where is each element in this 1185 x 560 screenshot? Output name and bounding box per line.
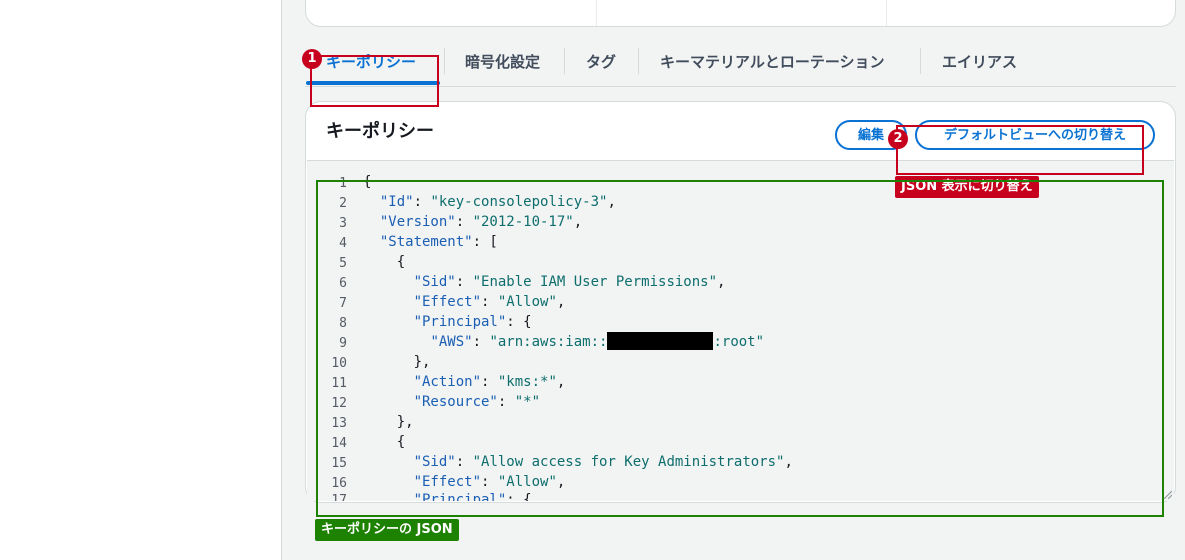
tab-encryption-settings[interactable]: 暗号化設定 [465, 44, 540, 86]
tab-divider [920, 48, 921, 74]
annotation-box-key-policy-tab [310, 55, 439, 107]
tab-aliases[interactable]: エイリアス [942, 44, 1017, 86]
annotation-marker-1: 1 [302, 49, 322, 69]
tab-divider [638, 48, 639, 74]
tab-divider [564, 48, 565, 74]
annotation-label-policy-json: キーポリシーの JSON [315, 519, 459, 541]
tab-tags[interactable]: タグ [586, 44, 616, 86]
annotation-box-switch-view [896, 125, 1144, 175]
left-panel [0, 0, 282, 560]
details-column-divider [886, 0, 887, 26]
tab-key-material-rotation[interactable]: キーマテリアルとローテーション [660, 44, 885, 86]
key-id-fragment: 01b2f12267-28c5a9f5-4a0a0c5b2bb5 [328, 0, 559, 5]
tab-divider [444, 48, 445, 74]
key-details-card: 01b2f12267-28c5a9f5-4a0a0c5b2bb5 [305, 0, 1176, 27]
key-policy-title: キーポリシー [326, 121, 434, 142]
annotation-marker-2: 2 [888, 129, 908, 149]
annotation-box-policy-json [316, 180, 1164, 517]
details-column-divider [596, 0, 597, 26]
